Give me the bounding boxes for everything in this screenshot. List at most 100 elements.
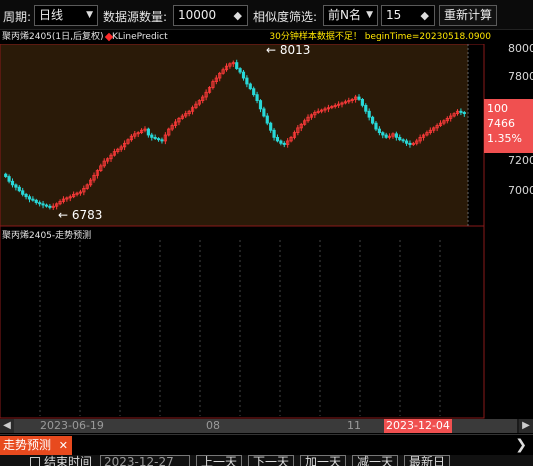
chart-header: 聚丙烯2405(1日,后复权) KLinePredict 30分钟样本数据不足！… xyxy=(0,30,533,44)
chevron-down-icon: ▼ xyxy=(366,10,373,20)
y-tick-7000: 7000 xyxy=(508,184,533,197)
warning-text: 30分钟样本数据不足！ beginTime=20230518.0900 xyxy=(269,32,491,42)
chevron-down-icon: ▼ xyxy=(86,10,93,20)
candle-body xyxy=(241,71,246,79)
candle-body xyxy=(160,139,164,142)
candle-body xyxy=(377,128,381,134)
stepper-icon[interactable]: ◆ xyxy=(234,6,242,25)
filter-mode-select[interactable]: 前N名 ▼ xyxy=(323,5,378,26)
source-count-stepper[interactable]: 10000 ◆ xyxy=(173,5,248,26)
y-tick-8000: 8000 xyxy=(508,42,533,55)
period-select-value: 日线 xyxy=(39,8,64,22)
y-tick-7800: 7800 xyxy=(508,70,533,83)
max-price-label: ← 8013 xyxy=(266,43,311,57)
candle-body xyxy=(27,196,32,200)
filter-label: 相似度筛选: xyxy=(253,10,318,24)
tab-bar: 走势预测 ✕ ❯ xyxy=(0,434,533,455)
filter-n-stepper[interactable]: 15 ◆ xyxy=(381,5,435,26)
candle-body xyxy=(255,94,259,101)
chart-title: 聚丙烯2405(1日,后复权) xyxy=(2,32,104,42)
candle-body xyxy=(275,136,280,142)
scroll-date-highlight: 2023-12-04 xyxy=(384,419,452,433)
candle-body xyxy=(462,112,466,115)
scroll-right-icon[interactable]: ▶ xyxy=(519,419,533,433)
stepper-icon[interactable]: ◆ xyxy=(421,6,429,25)
period-label: 周期: xyxy=(3,10,32,24)
min-price-label: ← 6783 xyxy=(58,208,103,222)
candle-body xyxy=(31,198,35,201)
source-count-label: 数据源数量: xyxy=(103,10,168,24)
candle-body xyxy=(14,184,18,188)
candle-body xyxy=(4,173,8,177)
tab-trend-predict[interactable]: 走势预测 ✕ xyxy=(0,436,72,455)
candle-body xyxy=(394,133,398,138)
candle-body xyxy=(357,96,361,100)
info-line-2: 7466 xyxy=(487,117,515,130)
candle-body xyxy=(370,116,375,124)
candle-body xyxy=(24,193,28,198)
candle-body xyxy=(48,205,52,208)
latest-day-button[interactable]: 最新日 xyxy=(404,455,450,466)
candle-body xyxy=(262,108,266,117)
minus-day-button[interactable]: 减一天 xyxy=(352,455,398,466)
info-line-1: 100 xyxy=(487,102,508,115)
bottom-controls: 结束时间 2023-12-27 上一天 下一天 加一天 减一天 最新日 xyxy=(0,455,533,466)
vertical-grid xyxy=(39,240,441,416)
prev-day-button[interactable]: 上一天 xyxy=(196,455,242,466)
price-info-box: 100 7466 1.35% xyxy=(484,99,533,153)
filter-mode-value: 前N名 xyxy=(328,8,361,22)
tab-label: 走势预测 xyxy=(3,438,52,452)
indicator-name: KLinePredict xyxy=(112,32,168,42)
candle-body xyxy=(245,77,249,85)
candle-body xyxy=(360,99,364,106)
candle-body xyxy=(265,115,269,124)
source-count-value: 10000 xyxy=(178,8,217,22)
chevron-right-icon[interactable]: ❯ xyxy=(515,436,527,454)
candle-body xyxy=(269,122,273,131)
candle-body xyxy=(272,129,276,138)
candle-body xyxy=(404,140,409,144)
scroll-left-icon[interactable]: ◀ xyxy=(0,419,14,433)
kline-chart[interactable] xyxy=(0,30,533,420)
candle-body xyxy=(156,138,161,141)
time-scrollbar[interactable]: ◀ 2023-06-19 08 11 2023-12-04 ▶ xyxy=(0,419,533,433)
candle-body xyxy=(248,83,252,90)
candle-body xyxy=(150,134,154,138)
candle-body xyxy=(21,190,25,195)
candle-body xyxy=(279,140,283,144)
candle-body xyxy=(258,100,263,110)
candle-body xyxy=(7,176,11,182)
candle-body xyxy=(364,104,368,112)
plus-day-button[interactable]: 加一天 xyxy=(300,455,346,466)
recalc-button[interactable]: 重新计算 xyxy=(439,5,497,26)
candle-body xyxy=(398,136,402,141)
next-day-button[interactable]: 下一天 xyxy=(248,455,294,466)
scroll-tick-11: 11 xyxy=(347,419,361,432)
top-toolbar: 周期: 日线 ▼ 数据源数量: 10000 ◆ 相似度筛选: 前N名 ▼ 15 … xyxy=(0,0,533,30)
candle-body xyxy=(252,88,256,96)
end-time-checkbox[interactable] xyxy=(30,457,40,466)
scroll-date-start: 2023-06-19 xyxy=(40,419,104,432)
candle-body xyxy=(38,202,42,205)
sub-chart-title: 聚丙烯2405-走势预测 xyxy=(2,231,92,241)
candle-body xyxy=(10,180,15,186)
candle-body xyxy=(401,139,405,142)
candle-body xyxy=(384,134,388,138)
candle-body xyxy=(282,142,286,145)
candle-body xyxy=(235,62,239,69)
candle-body xyxy=(374,122,378,130)
candle-body xyxy=(367,110,371,118)
end-date-input[interactable]: 2023-12-27 xyxy=(100,455,190,466)
filter-n-value: 15 xyxy=(386,8,402,22)
period-select[interactable]: 日线 ▼ xyxy=(34,5,98,26)
y-tick-7200: 7200 xyxy=(508,154,533,167)
candle-body xyxy=(238,68,242,73)
candle-body xyxy=(44,204,49,207)
close-icon[interactable]: ✕ xyxy=(59,436,68,455)
scroll-tick-08: 08 xyxy=(206,419,220,432)
candle-body xyxy=(459,110,463,113)
candle-body xyxy=(17,186,21,192)
candle-body xyxy=(408,142,412,145)
candle-body xyxy=(153,136,157,139)
end-time-label: 结束时间 xyxy=(44,455,93,466)
